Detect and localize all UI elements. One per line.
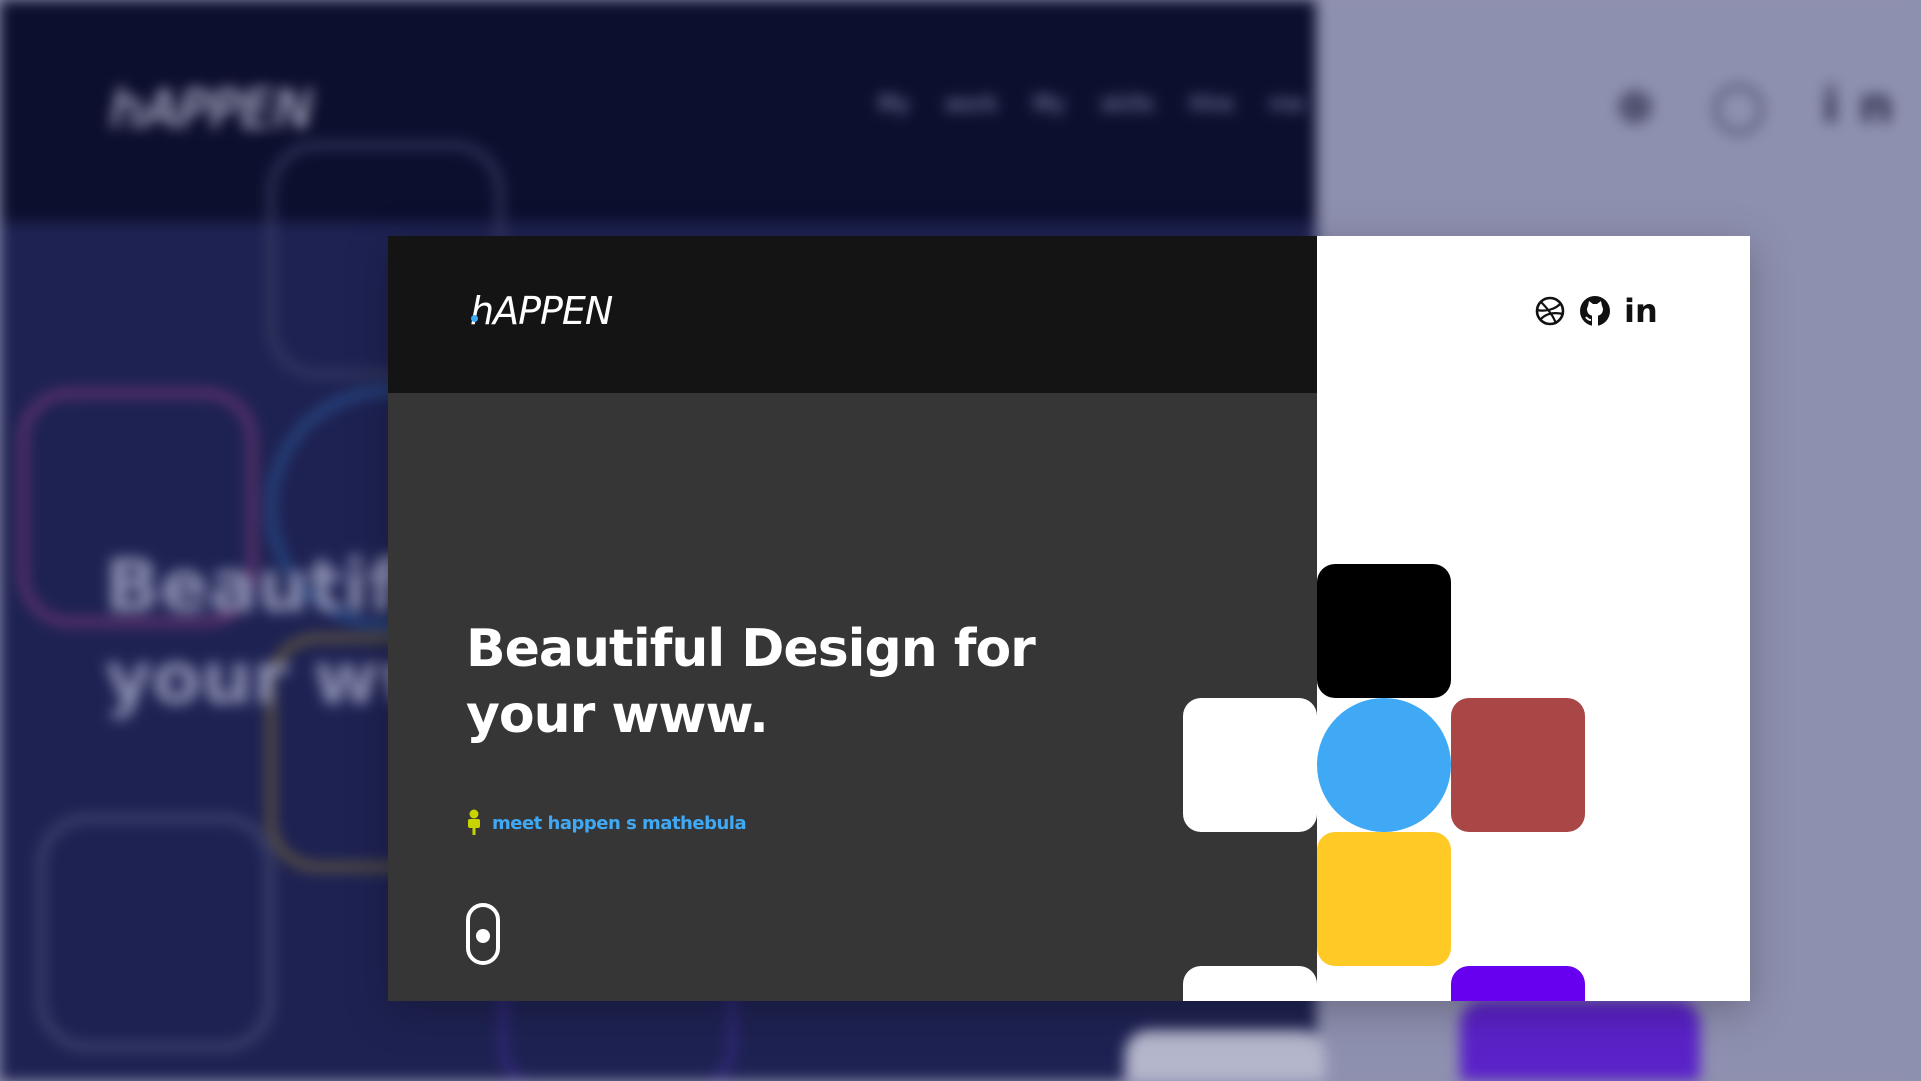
github-icon[interactable] [1578,294,1612,328]
scroll-toggle[interactable] [466,903,500,965]
decor-block-white [1183,698,1317,832]
website-preview-card: hAPPEN My work My skills Hire me in Beau… [388,236,1750,1001]
logo-dot [471,315,478,322]
hero-title-line-1: Beautiful Design for [466,619,1036,679]
pin-icon [468,809,480,835]
bg-social-icons: ⊕ ◯ in [1615,78,1913,134]
meet-label[interactable]: meet happen s mathebula [492,813,747,834]
hero-title: Beautiful Design for your www. [466,616,1166,748]
dribbble-icon[interactable] [1534,295,1566,327]
bg-outline-square [38,815,273,1050]
decor-block-yellow [1317,832,1451,966]
linkedin-icon[interactable]: in [1624,293,1658,329]
bg-block [1460,1000,1700,1081]
decor-block-red [1451,698,1585,832]
bg-nav: My work My skills Hire me [878,92,1304,117]
bg-block [1125,1030,1325,1081]
logo-text: hAPPEN [470,289,613,333]
decor-block-black [1317,564,1451,698]
social-links: in [1534,293,1658,329]
scroll-dot [476,929,490,943]
site-logo[interactable]: hAPPEN [470,276,613,346]
decor-circle-blue [1317,698,1451,832]
decor-block-white [1183,966,1317,1001]
meet-link[interactable]: meet happen s mathebula [466,809,747,837]
hero-title-line-2: your www. [466,685,769,745]
nav-item-my-work[interactable]: My work [1471,299,1538,320]
decor-block-purple [1451,966,1585,1001]
bg-logo: hAPPEN [110,80,313,140]
